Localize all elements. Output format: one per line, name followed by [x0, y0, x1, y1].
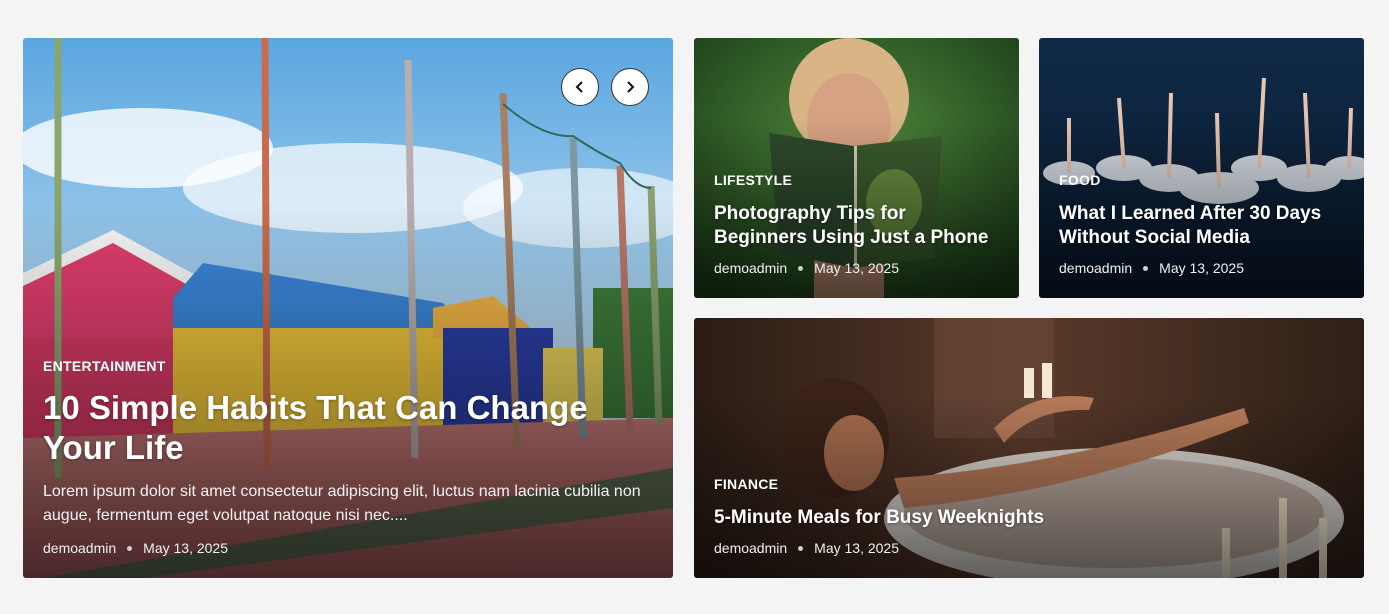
post-meta: demoadmin May 13, 2025 — [714, 540, 1344, 556]
meta-separator — [127, 545, 133, 551]
post-excerpt: Lorem ipsum dolor sit amet consectetur a… — [43, 483, 641, 524]
author-link[interactable]: demoadmin — [714, 540, 787, 556]
slider-next-button[interactable] — [611, 68, 649, 106]
featured-post-content: ENTERTAINMENT 10 Simple Habits That Can … — [43, 358, 653, 556]
category-link[interactable]: FOOD — [1059, 172, 1101, 188]
post-content: LIFESTYLE Photography Tips for Beginners… — [714, 172, 999, 276]
category-link[interactable]: FINANCE — [714, 476, 778, 492]
meta-separator — [1143, 265, 1149, 271]
post-date: May 13, 2025 — [814, 260, 899, 276]
chevron-right-icon — [627, 81, 635, 93]
post-card-food[interactable]: FOOD What I Learned After 30 Days Withou… — [1039, 38, 1364, 298]
author-link[interactable]: demoadmin — [1059, 260, 1132, 276]
meta-separator — [798, 265, 804, 271]
featured-post-card[interactable]: ENTERTAINMENT 10 Simple Habits That Can … — [23, 38, 673, 578]
post-title-link[interactable]: Photography Tips for Beginners Using Jus… — [714, 202, 999, 250]
slider-prev-button[interactable] — [561, 68, 599, 106]
featured-posts-grid: ENTERTAINMENT 10 Simple Habits That Can … — [23, 38, 1364, 578]
category-link[interactable]: LIFESTYLE — [714, 172, 792, 188]
post-meta: demoadmin May 13, 2025 — [1059, 260, 1344, 276]
post-date: May 13, 2025 — [143, 540, 228, 556]
post-date: May 13, 2025 — [814, 540, 899, 556]
post-card-finance[interactable]: FINANCE 5-Minute Meals for Busy Weeknigh… — [694, 318, 1364, 578]
post-title-link[interactable]: What I Learned After 30 Days Without Soc… — [1059, 202, 1344, 250]
post-card-lifestyle[interactable]: LIFESTYLE Photography Tips for Beginners… — [694, 38, 1019, 298]
post-title-link[interactable]: 5-Minute Meals for Busy Weeknights — [714, 506, 1344, 530]
post-meta: demoadmin May 13, 2025 — [714, 260, 999, 276]
post-content: FINANCE 5-Minute Meals for Busy Weeknigh… — [714, 476, 1344, 556]
meta-separator — [798, 545, 804, 551]
post-content: FOOD What I Learned After 30 Days Withou… — [1059, 172, 1344, 276]
author-link[interactable]: demoadmin — [43, 540, 116, 556]
author-link[interactable]: demoadmin — [714, 260, 787, 276]
category-link[interactable]: ENTERTAINMENT — [43, 358, 166, 374]
post-title-link[interactable]: 10 Simple Habits That Can Change Your Li… — [43, 388, 653, 468]
chevron-left-icon — [575, 81, 583, 93]
post-meta: demoadmin May 13, 2025 — [43, 540, 653, 556]
post-date: May 13, 2025 — [1159, 260, 1244, 276]
